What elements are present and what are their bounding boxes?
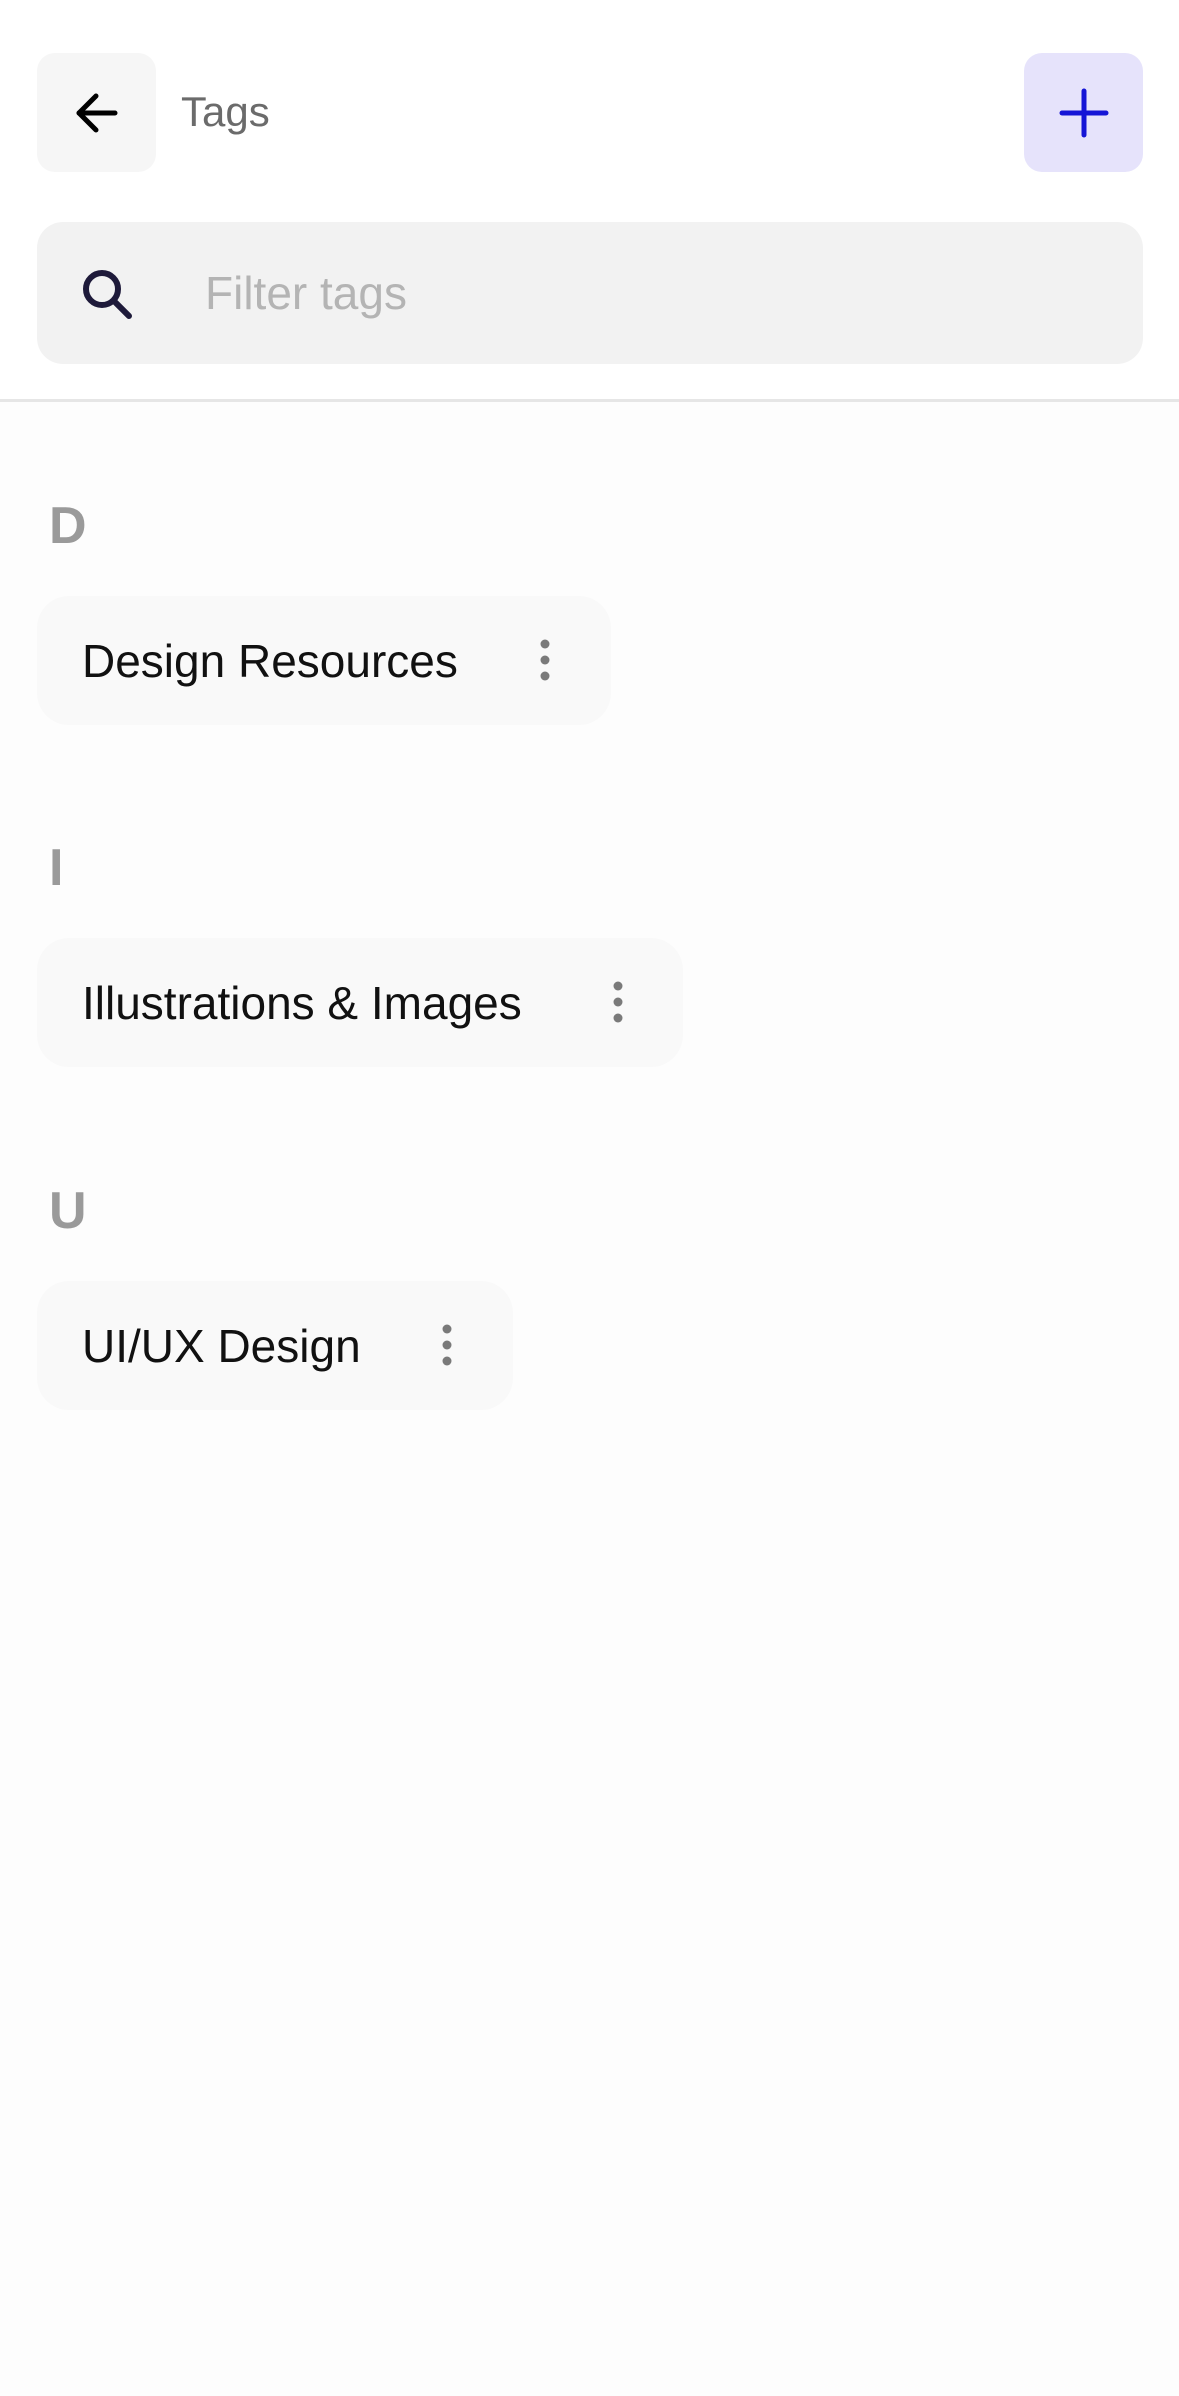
more-vertical-icon: [540, 639, 550, 681]
search-icon: [83, 270, 132, 319]
plus-icon: [1059, 88, 1108, 137]
tag-chip-design-resources[interactable]: Design Resources: [37, 596, 611, 725]
tag-menu-button[interactable]: [515, 630, 575, 690]
add-tag-button[interactable]: [1024, 53, 1143, 172]
tag-label: UI/UX Design: [82, 1319, 361, 1372]
back-button[interactable]: [37, 53, 156, 172]
section-letter: I: [49, 839, 64, 897]
filter-tags-input[interactable]: [167, 222, 1107, 364]
tag-label: Design Resources: [82, 634, 458, 687]
tag-menu-button[interactable]: [588, 972, 648, 1032]
tag-menu-button[interactable]: [417, 1315, 477, 1375]
app-header: Tags: [0, 0, 1179, 402]
tag-chip-illustrations-images[interactable]: Illustrations & Images: [37, 938, 683, 1067]
search-box: [37, 222, 1143, 364]
section-letter: D: [49, 497, 87, 555]
tag-label: Illustrations & Images: [82, 976, 522, 1029]
arrow-left-icon: [76, 93, 117, 132]
page-title: Tags: [181, 88, 270, 135]
section-letter: U: [49, 1182, 87, 1240]
more-vertical-icon: [613, 981, 623, 1023]
more-vertical-icon: [442, 1324, 452, 1366]
tag-chip-ui-ux-design[interactable]: UI/UX Design: [37, 1281, 513, 1410]
